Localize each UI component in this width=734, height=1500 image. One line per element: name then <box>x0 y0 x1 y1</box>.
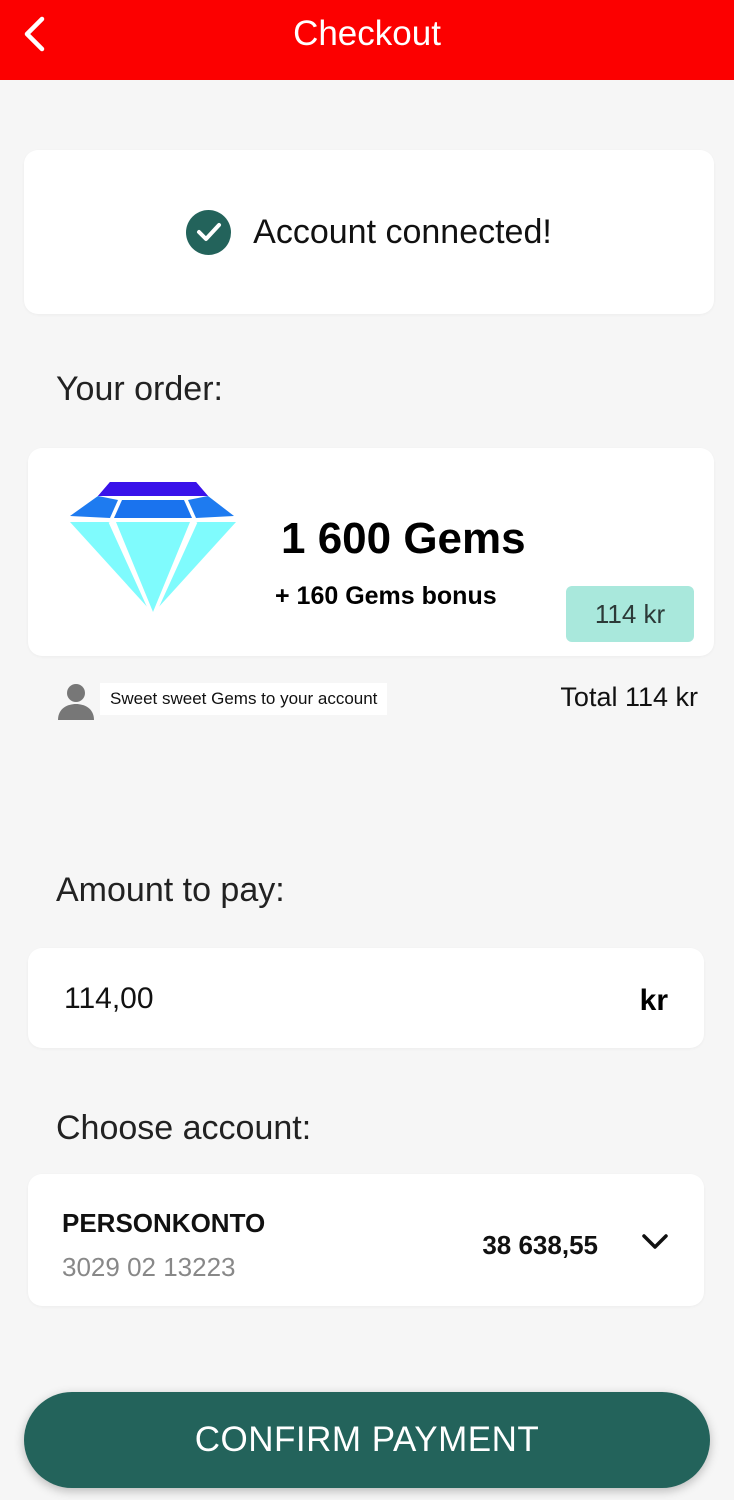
diamond-gem-icon <box>70 482 236 612</box>
order-bonus-text: + 160 Gems bonus <box>275 582 497 610</box>
account-name: PERSONKONTO <box>62 1208 266 1238</box>
amount-section-label: Amount to pay: <box>56 871 285 909</box>
chevron-down-icon[interactable] <box>640 1230 670 1254</box>
amount-field[interactable]: 114,00 kr <box>28 948 704 1048</box>
connection-status-text: Account connected! <box>253 212 552 251</box>
amount-value[interactable]: 114,00 <box>64 982 154 1016</box>
confirm-payment-button[interactable]: CONFIRM PAYMENT <box>24 1392 710 1488</box>
order-total: Total 114 kr <box>560 682 698 712</box>
app-bar: Checkout <box>0 0 734 80</box>
order-section-label: Your order: <box>56 370 223 408</box>
account-number: 3029 02 13223 <box>62 1252 236 1282</box>
price-badge: 114 kr <box>566 586 694 642</box>
recipient-note: Sweet sweet Gems to your account <box>100 683 388 715</box>
account-section-label: Choose account: <box>56 1109 312 1147</box>
order-card: 1 600 Gems + 160 Gems bonus 114 kr <box>28 448 714 656</box>
amount-currency: kr <box>639 984 668 1017</box>
connection-status-card: Account connected! <box>24 150 714 314</box>
check-circle-icon <box>186 209 232 255</box>
account-selector[interactable]: PERSONKONTO 3029 02 13223 38 638,55 <box>28 1174 704 1306</box>
order-product-title: 1 600 Gems <box>281 514 526 563</box>
account-balance: 38 638,55 <box>482 1230 598 1260</box>
page-title: Checkout <box>293 14 441 53</box>
person-icon <box>58 684 94 720</box>
recipient-row: Sweet sweet Gems to your account Total 1… <box>56 676 698 724</box>
